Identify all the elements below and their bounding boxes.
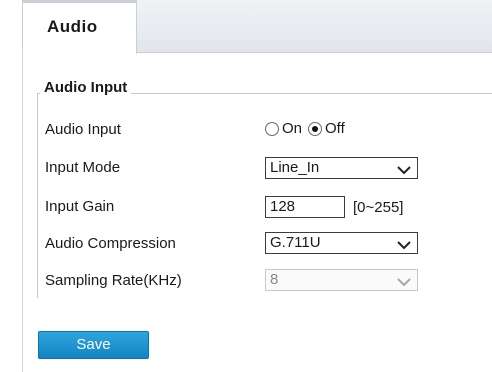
input-mode-value: Line_In	[270, 159, 320, 176]
section-title: Audio Input	[40, 79, 132, 96]
sampling-rate-value: 8	[270, 271, 279, 288]
input-gain-range-hint: [0~255]	[353, 199, 404, 216]
audio-compression-select[interactable]: G.711U	[265, 232, 418, 254]
input-gain-label: Input Gain	[45, 198, 115, 215]
input-gain-value: 128	[270, 198, 296, 215]
chevron-down-icon	[397, 237, 411, 254]
audio-compression-label: Audio Compression	[45, 235, 176, 252]
audio-input-label: Audio Input	[45, 121, 121, 138]
sampling-rate-label: Sampling Rate(KHz)	[45, 272, 182, 289]
audio-input-on-label[interactable]: On	[282, 120, 302, 137]
tab-audio-label: Audio	[47, 17, 98, 36]
chevron-down-icon	[397, 162, 411, 179]
audio-input-on-radio[interactable]	[265, 121, 279, 136]
audio-input-off-label[interactable]: Off	[325, 120, 345, 137]
tab-bar: Audio	[22, 0, 492, 54]
audio-input-off-radio[interactable]	[308, 121, 323, 136]
sampling-rate-select: 8	[265, 269, 418, 291]
input-mode-select[interactable]: Line_In	[265, 157, 418, 179]
audio-input-radio-group: On Off	[265, 120, 351, 137]
input-mode-label: Input Mode	[45, 159, 121, 176]
input-gain-field[interactable]: 128	[265, 196, 345, 218]
tab-audio[interactable]: Audio	[22, 0, 137, 54]
content-border	[22, 53, 23, 372]
chevron-down-icon	[397, 274, 411, 291]
save-button[interactable]: Save	[38, 331, 149, 359]
audio-compression-value: G.711U	[270, 234, 321, 251]
